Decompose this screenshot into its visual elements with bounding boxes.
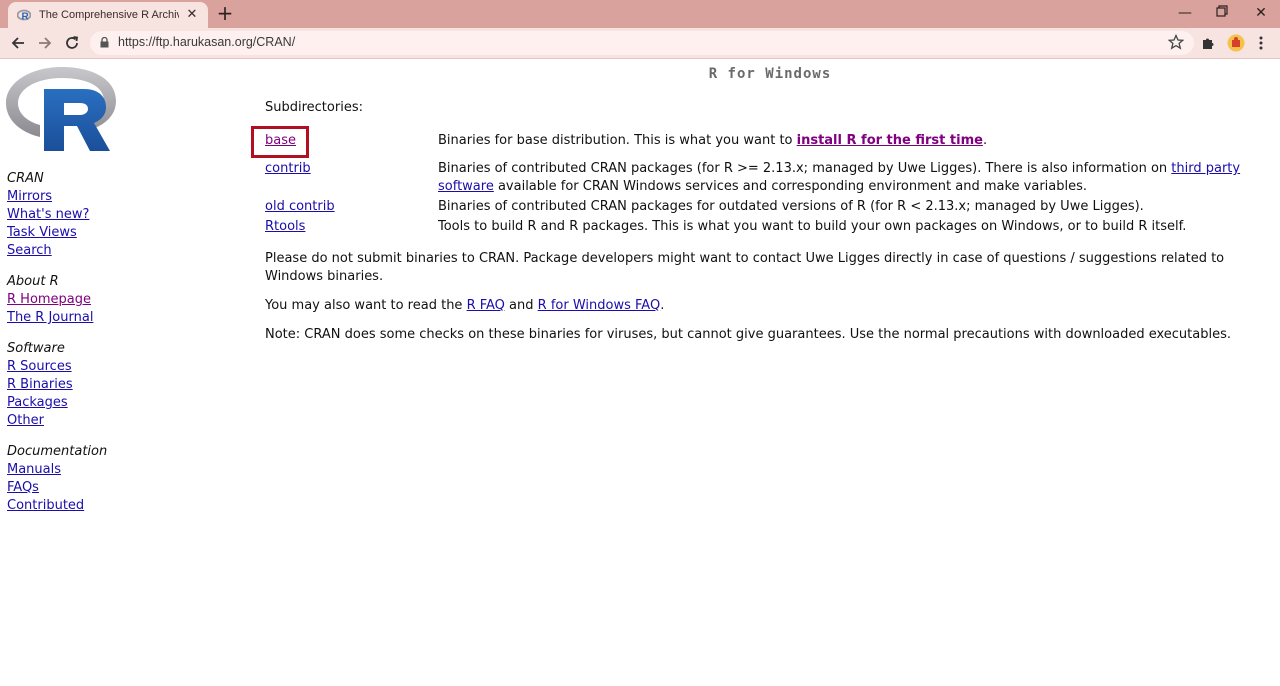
tab-strip: R The Comprehensive R Archive N ✕ + — ✕ — [0, 0, 1280, 28]
sidebar-nav: CRAN Mirrors What's new? Task Views Sear… — [7, 170, 137, 515]
browser-toolbar: https://ftp.harukasan.org/CRAN/ — [0, 28, 1280, 59]
subdir-link-contrib[interactable]: contrib — [265, 161, 311, 176]
sidebar-link-r-sources[interactable]: R Sources — [7, 358, 137, 376]
browser-tab[interactable]: R The Comprehensive R Archive N ✕ — [8, 2, 208, 28]
page-title: R for Windows — [708, 66, 832, 82]
sidebar-section-cran: CRAN — [7, 171, 44, 186]
virus-notice: Note: CRAN does some checks on these bin… — [265, 327, 1232, 342]
forward-icon[interactable] — [35, 33, 55, 53]
desc-text: Binaries for base distribution. This is … — [438, 133, 797, 148]
sidebar-link-manuals[interactable]: Manuals — [7, 461, 137, 479]
new-tab-icon[interactable]: + — [216, 3, 234, 24]
reload-icon[interactable] — [62, 33, 82, 53]
note-text: . — [660, 298, 665, 313]
note-text: and — [504, 298, 538, 313]
desc-text: Binaries of contributed CRAN packages (f… — [438, 161, 1172, 176]
sidebar-link-task-views[interactable]: Task Views — [7, 224, 137, 242]
svg-text:R: R — [22, 12, 30, 22]
sidebar-link-faqs[interactable]: FAQs — [7, 479, 137, 497]
lock-icon[interactable] — [100, 36, 109, 52]
binaries-notice: Please do not submit binaries to CRAN. P… — [265, 251, 1225, 284]
desc-text: . — [982, 133, 988, 148]
restore-icon[interactable] — [1210, 4, 1234, 22]
bookmark-star-icon[interactable] — [1167, 33, 1185, 54]
faq-notice: You may also want to read the R FAQ and … — [265, 297, 1255, 315]
note-text: You may also want to read the — [265, 298, 467, 313]
sidebar-link-search[interactable]: Search — [7, 242, 137, 260]
subdir-desc-base: Binaries for base distribution. This is … — [435, 131, 1255, 159]
tab-close-icon[interactable]: ✕ — [184, 7, 200, 23]
sidebar-section-documentation: Documentation — [7, 444, 108, 459]
tab-title: The Comprehensive R Archive N — [39, 9, 179, 21]
sidebar-link-r-homepage[interactable]: R Homepage — [7, 291, 137, 309]
sidebar-link-packages[interactable]: Packages — [7, 394, 137, 412]
extensions-puzzle-icon[interactable] — [1198, 33, 1218, 53]
subdir-desc-contrib: Binaries of contributed CRAN packages (f… — [435, 159, 1255, 197]
sidebar-link-whats-new[interactable]: What's new? — [7, 206, 137, 224]
subdirectories-heading: Subdirectories: — [265, 100, 363, 115]
sidebar-link-r-binaries[interactable]: R Binaries — [7, 376, 137, 394]
sidebar-link-mirrors[interactable]: Mirrors — [7, 188, 137, 206]
main-content: Subdirectories: base Binaries for base d… — [251, 99, 1255, 344]
menu-dots-icon[interactable] — [1251, 33, 1271, 53]
close-window-icon[interactable]: ✕ — [1249, 4, 1273, 22]
subdir-link-base[interactable]: base — [265, 133, 296, 148]
desc-text: available for CRAN Windows services and … — [493, 179, 1088, 194]
minimize-icon[interactable]: — — [1173, 4, 1197, 22]
sidebar-link-other[interactable]: Other — [7, 412, 137, 430]
install-r-link[interactable]: install R for the first time — [797, 133, 983, 148]
address-bar[interactable]: https://ftp.harukasan.org/CRAN/ — [90, 31, 1194, 55]
highlight-box: base — [251, 126, 309, 158]
subdirectories-table: base Binaries for base distribution. Thi… — [251, 126, 1255, 237]
sidebar-link-contributed[interactable]: Contributed — [7, 497, 137, 515]
sidebar-section-about: About R — [7, 274, 59, 289]
back-icon[interactable] — [8, 33, 28, 53]
r-windows-faq-link[interactable]: R for Windows FAQ — [538, 298, 661, 313]
subdir-link-old-contrib[interactable]: old contrib — [265, 199, 335, 214]
sidebar-link-r-journal[interactable]: The R Journal — [7, 309, 137, 327]
sidebar-section-software: Software — [7, 341, 65, 356]
subdir-desc-rtools: Tools to build R and R packages. This is… — [438, 219, 1187, 234]
table-row: Rtools Tools to build R and R packages. … — [262, 217, 1255, 237]
table-row: base Binaries for base distribution. Thi… — [251, 126, 1255, 159]
subdir-link-rtools[interactable]: Rtools — [265, 219, 305, 234]
url-text[interactable]: https://ftp.harukasan.org/CRAN/ — [118, 35, 295, 49]
r-logo[interactable] — [6, 65, 118, 159]
r-faq-link[interactable]: R FAQ — [467, 298, 505, 313]
profile-avatar[interactable] — [1226, 33, 1246, 53]
table-row: contrib Binaries of contributed CRAN pac… — [262, 159, 1255, 197]
r-favicon-icon: R — [16, 9, 32, 23]
subdir-desc-old-contrib: Binaries of contributed CRAN packages fo… — [438, 199, 1144, 214]
table-row: old contrib Binaries of contributed CRAN… — [262, 197, 1255, 217]
